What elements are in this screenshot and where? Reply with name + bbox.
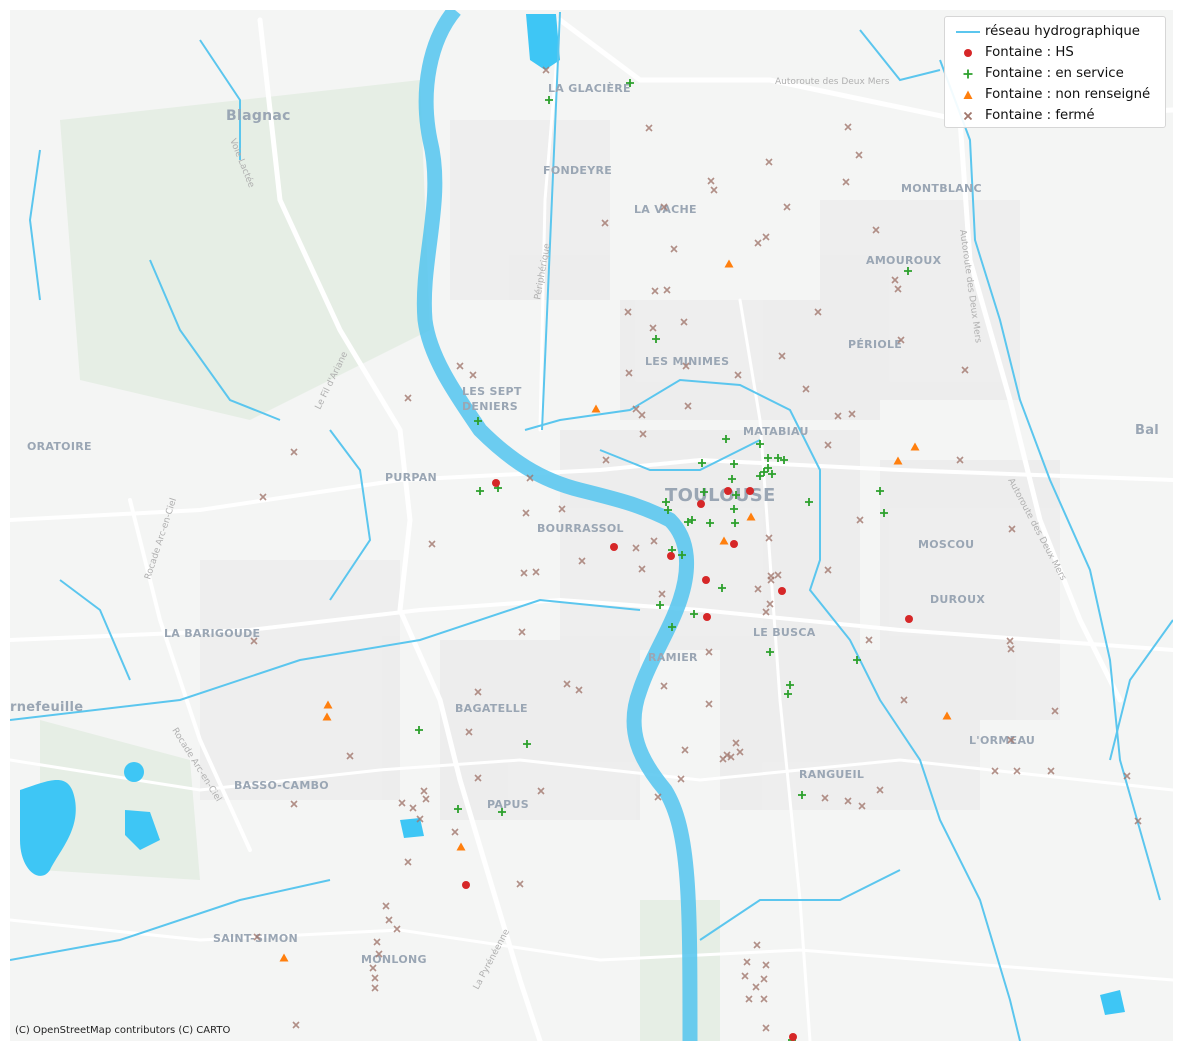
fountain-hs-marker — [746, 487, 754, 495]
place-label: MOSCOU — [918, 538, 974, 551]
place-label: FONDEYRE — [543, 164, 612, 177]
legend-label: réseau hydrographique — [985, 24, 1140, 39]
place-label: LES SEPT — [462, 385, 522, 398]
place-label: MONLONG — [361, 953, 427, 966]
place-label: PAPUS — [487, 798, 529, 811]
place-label: BASSO-CAMBO — [234, 779, 329, 792]
place-label: Blagnac — [226, 108, 291, 124]
legend-label: Fontaine : non renseigné — [985, 87, 1151, 102]
place-label: ORATOIRE — [27, 440, 92, 453]
road-label: Autoroute des Deux Mers — [775, 77, 890, 87]
fountain-hs-marker — [492, 479, 500, 487]
place-label: DUROUX — [930, 593, 985, 606]
plus-icon — [951, 63, 985, 84]
fountain-hs-marker — [789, 1033, 797, 1041]
circle-icon — [951, 42, 985, 63]
place-label: TOULOUSE — [665, 485, 776, 506]
fountain-hs-marker — [905, 615, 913, 623]
place-label: RAMIER — [648, 651, 698, 664]
legend-item-ferme: Fontaine : fermé — [951, 105, 1159, 126]
fountain-hs-marker — [724, 487, 732, 495]
legend-item-en-service: Fontaine : en service — [951, 63, 1159, 84]
fountain-hs-marker — [697, 500, 705, 508]
legend-item-non-renseigne: Fontaine : non renseigné — [951, 84, 1159, 105]
place-label: PÉRIOLE — [848, 338, 902, 351]
place-label: L'ORMEAU — [969, 734, 1035, 747]
legend-item-hs: Fontaine : HS — [951, 42, 1159, 63]
legend-label: Fontaine : en service — [985, 66, 1124, 81]
fountain-hs-marker — [702, 576, 710, 584]
place-label: LA GLACIÈRE — [548, 82, 631, 95]
map-canvas[interactable]: Blagnac LA GLACIÈRE FONDEYRE LA VACHE MO… — [10, 10, 1173, 1041]
triangle-icon — [951, 84, 985, 105]
legend-label: Fontaine : HS — [985, 45, 1074, 60]
place-label: MONTBLANC — [901, 182, 982, 195]
fountain-hs-marker — [462, 881, 470, 889]
place-label: Bal — [1135, 423, 1159, 438]
fountain-hs-marker — [778, 587, 786, 595]
place-label: LE BUSCA — [753, 626, 816, 639]
legend-item-hydro: réseau hydrographique — [951, 21, 1159, 42]
legend-label: Fontaine : fermé — [985, 108, 1095, 123]
place-label: DENIERS — [462, 400, 518, 413]
place-label: MATABIAU — [743, 425, 809, 438]
fountain-hs-marker — [703, 613, 711, 621]
place-label: AMOUROUX — [866, 254, 942, 267]
place-label: BOURRASSOL — [537, 522, 624, 535]
place-label: RANGUEIL — [799, 768, 864, 781]
place-label: BAGATELLE — [455, 702, 528, 715]
fountain-hs-marker — [667, 552, 675, 560]
place-label: LA BARIGOUDE — [164, 627, 260, 640]
line-icon — [951, 21, 985, 42]
map-attribution: (C) OpenStreetMap contributors (C) CARTO — [15, 1025, 231, 1036]
place-label: PURPAN — [385, 471, 437, 484]
fountain-hs-marker — [730, 540, 738, 548]
x-mark-icon — [951, 105, 985, 126]
legend: réseau hydrographique Fontaine : HS Font… — [944, 16, 1166, 128]
place-label: rnefeuille — [10, 700, 83, 715]
fountain-hs-marker — [610, 543, 618, 551]
